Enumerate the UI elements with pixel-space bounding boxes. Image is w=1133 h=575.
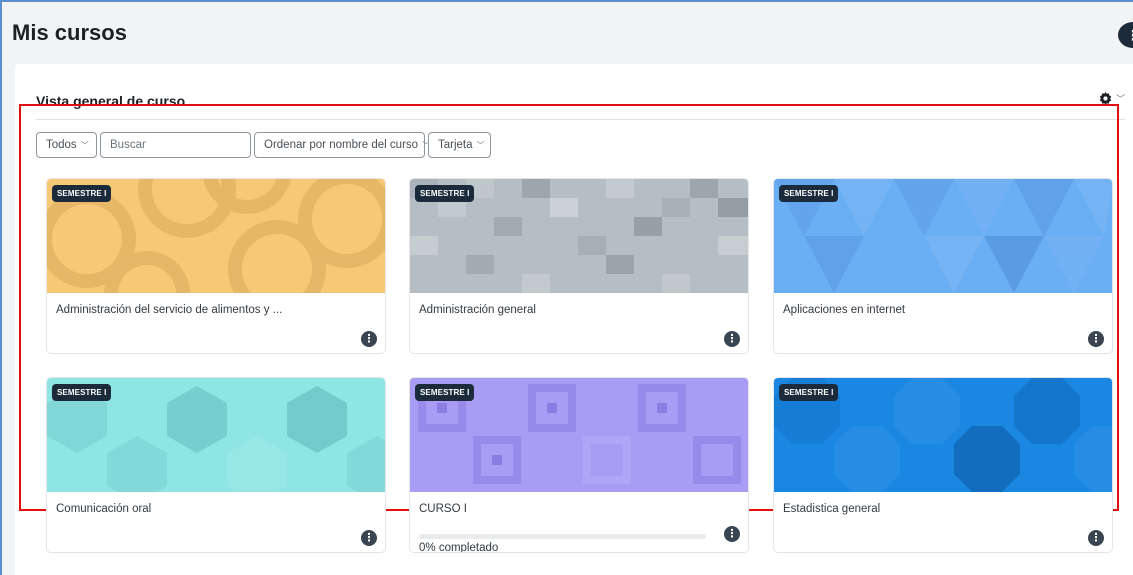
info-icon[interactable]: ⋮ (724, 526, 740, 542)
course-name-link[interactable]: CURSO I (419, 503, 467, 515)
course-name-link[interactable]: Comunicación oral (56, 503, 151, 515)
page-title: Mis cursos (12, 20, 127, 45)
info-icon[interactable]: ⋮ (361, 530, 377, 546)
category-badge: SEMESTRE I (779, 384, 839, 401)
course-image[interactable]: SEMESTRE I (774, 378, 1112, 492)
course-image[interactable]: SEMESTRE I (410, 378, 748, 492)
course-image[interactable]: SEMESTRE I (47, 179, 385, 293)
course-card[interactable]: SEMESTRE I Administración del servicio d… (46, 178, 386, 354)
course-image[interactable]: SEMESTRE I (47, 378, 385, 492)
category-badge: SEMESTRE I (779, 185, 839, 202)
course-card[interactable]: SEMESTRE I Comunicación oral ⋮ (46, 377, 386, 553)
course-name-link[interactable]: Administración del servicio de alimentos… (56, 304, 282, 316)
progress-text: 0% completado (419, 542, 499, 553)
category-badge: SEMESTRE I (415, 384, 475, 401)
course-image[interactable]: SEMESTRE I (410, 179, 748, 293)
category-badge: SEMESTRE I (52, 185, 112, 202)
window-border-left (0, 0, 2, 575)
course-image[interactable]: SEMESTRE I (774, 179, 1112, 293)
info-icon[interactable]: ⋮ (1088, 331, 1104, 347)
user-menu-button[interactable]: ⋮ (1118, 22, 1133, 48)
category-badge: SEMESTRE I (415, 185, 475, 202)
progress-bar (419, 534, 706, 539)
course-name-link[interactable]: Aplicaciones en internet (783, 304, 905, 316)
info-icon[interactable]: ⋮ (724, 331, 740, 347)
course-card[interactable]: SEMESTRE I Aplicaciones en internet ⋮ (773, 178, 1113, 354)
window-border-top (0, 0, 1133, 2)
info-icon[interactable]: ⋮ (361, 331, 377, 347)
info-icon[interactable]: ⋮ (1088, 530, 1104, 546)
course-card[interactable]: SEMESTRE I Estadistica general ⋮ (773, 377, 1113, 553)
course-card[interactable]: SEMESTRE I CURSO I 0% completado ⋮ (409, 377, 749, 553)
course-card[interactable]: SEMESTRE I Administración general ⋮ (409, 178, 749, 354)
course-name-link[interactable]: Administración general (419, 304, 536, 316)
category-badge: SEMESTRE I (52, 384, 112, 401)
course-name-link[interactable]: Estadistica general (783, 503, 880, 515)
